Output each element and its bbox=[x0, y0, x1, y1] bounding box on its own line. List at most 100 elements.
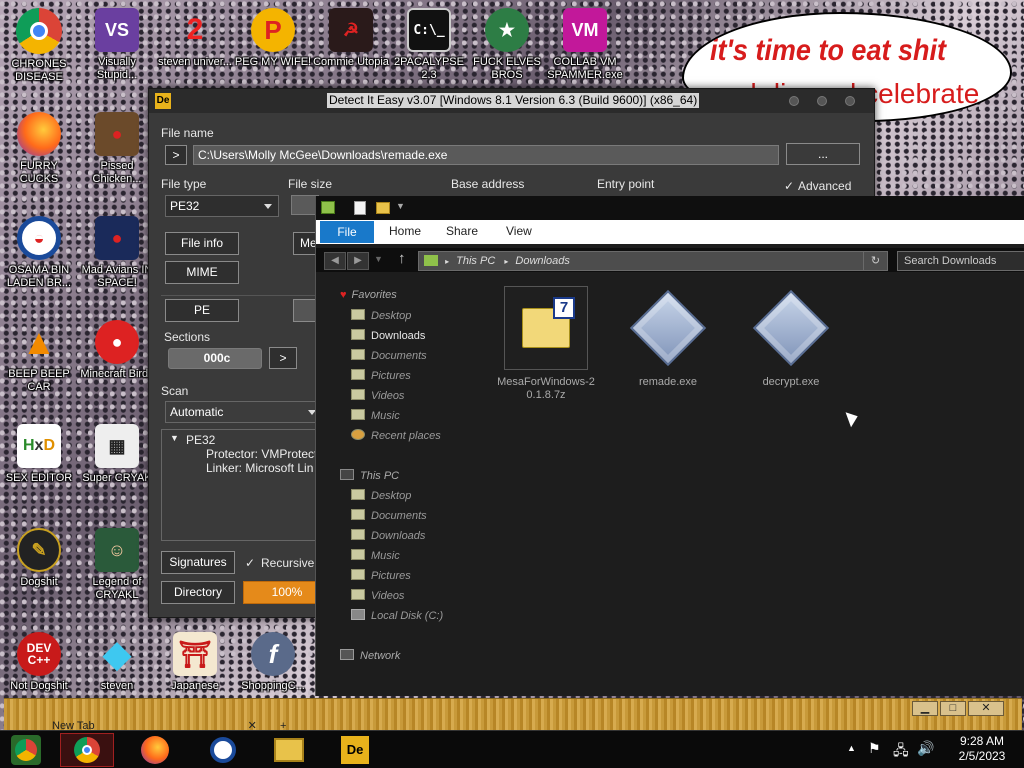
breadcrumb-downloads[interactable]: Downloads bbox=[515, 255, 569, 267]
tree-expand-icon[interactable]: ▼ bbox=[170, 433, 179, 443]
taskbar-detect-it-easy[interactable]: De bbox=[328, 733, 382, 767]
desktop-icon-chrome[interactable]: CHRONES DISEASE bbox=[0, 8, 78, 84]
file-item-decrypt-exe[interactable]: decrypt.exe bbox=[741, 286, 841, 389]
nav-pc-local-disk[interactable]: Local Disk (C:) bbox=[351, 609, 443, 627]
browse-button[interactable]: ... bbox=[786, 143, 860, 165]
address-bar[interactable]: ▸ This PC ▸ Downloads ↻ bbox=[418, 251, 888, 271]
volume-icon[interactable]: 🔊 bbox=[917, 740, 934, 757]
file-item-remade-exe[interactable]: remade.exe bbox=[618, 286, 718, 389]
desktop-icon-steven-gem[interactable]: ◆ steven bbox=[78, 632, 156, 693]
signatures-button[interactable]: Signatures bbox=[161, 551, 235, 574]
desktop-icon-2pacalypse[interactable]: C:\_ 2PACALYPSE 2.3 bbox=[390, 8, 468, 82]
refresh-icon[interactable]: ↻ bbox=[863, 252, 887, 270]
desktop-icon-osama[interactable]: ◒ OSAMA BIN LADEN BR... bbox=[0, 216, 78, 290]
desktop-icon-super-cryak[interactable]: ▦ Super CRYAK bbox=[78, 424, 156, 485]
die-titlebar[interactable]: De Detect It Easy v3.07 [Windows 8.1 Ver… bbox=[149, 89, 874, 113]
taskbar-obama[interactable] bbox=[196, 733, 250, 767]
scan-mode-select[interactable]: Automatic bbox=[165, 401, 323, 423]
nav-favorites[interactable]: ♥ Favorites bbox=[340, 289, 397, 307]
desktop-icon-peg[interactable]: P PEG MY WIFE! bbox=[234, 8, 312, 69]
desktop-icon-vlc[interactable]: ▲ BEEP BEEP CAR bbox=[0, 320, 78, 394]
desktop-icon-collab-vm[interactable]: VM COLLAB VM SPAMMER.exe bbox=[546, 8, 624, 82]
start-button[interactable] bbox=[0, 733, 52, 767]
nav-pc-desktop[interactable]: Desktop bbox=[351, 489, 411, 507]
dogshit-icon: ✎ bbox=[17, 528, 61, 572]
desktop-icon-dev-cpp[interactable]: DEV C++ Not Dogshit bbox=[0, 632, 78, 693]
nav-fav-music[interactable]: Music bbox=[351, 409, 400, 427]
desktop-icon-steven[interactable]: 2 steven univer... bbox=[156, 8, 234, 69]
taskbar-file-explorer[interactable] bbox=[262, 733, 316, 767]
nav-pc-pictures[interactable]: Pictures bbox=[351, 569, 411, 587]
nav-this-pc[interactable]: This PC bbox=[340, 469, 399, 487]
desktop-icon-mad-avians[interactable]: ● Mad Avians IN SPACE! bbox=[78, 216, 156, 290]
back-button[interactable]: ◀ bbox=[324, 252, 346, 270]
downloads-folder-icon bbox=[351, 329, 365, 340]
directory-button[interactable]: Directory bbox=[161, 581, 235, 604]
tab-home[interactable]: Home bbox=[389, 224, 421, 238]
maximize-button[interactable] bbox=[817, 96, 827, 106]
desktop-icon-commie[interactable]: ☭ Commie Utopia bbox=[312, 8, 390, 69]
nav-fav-documents[interactable]: Documents bbox=[351, 349, 427, 367]
hxd-icon: HxD bbox=[17, 424, 61, 468]
nav-pc-documents[interactable]: Documents bbox=[351, 509, 427, 527]
browser-minimize-button[interactable]: ▁ bbox=[912, 701, 938, 716]
new-folder-icon[interactable] bbox=[376, 202, 390, 214]
desktop-icon-legend-cryakl[interactable]: ☺ Legend of CRYAKL bbox=[78, 528, 156, 602]
desktop-icon-elves[interactable]: ★ FUCK ELVES BROS bbox=[468, 8, 546, 82]
nav-fav-videos[interactable]: Videos bbox=[351, 389, 404, 407]
browser-close-button[interactable]: ✕ bbox=[968, 701, 1004, 716]
nav-pc-music[interactable]: Music bbox=[351, 549, 400, 567]
desktop-icon-minecraft-birds[interactable]: ● Minecraft Birds bbox=[78, 320, 156, 381]
nav-pc-downloads[interactable]: Downloads bbox=[351, 529, 425, 547]
nav-fav-pictures[interactable]: Pictures bbox=[351, 369, 411, 387]
mime-button[interactable]: MIME bbox=[165, 261, 239, 284]
file-path-input[interactable]: C:\Users\Molly McGee\Downloads\remade.ex… bbox=[193, 145, 779, 165]
scan-results-tree[interactable]: ▼ PE32 Protector: VMProtect Linker: Micr… bbox=[161, 429, 321, 541]
clock-time: 9:28 AM bbox=[959, 734, 1005, 748]
tree-root-pe32[interactable]: PE32 bbox=[186, 433, 215, 447]
tab-file[interactable]: File bbox=[320, 221, 374, 243]
browser-maximize-button[interactable]: □ bbox=[940, 701, 966, 716]
desktop-icon-firefox[interactable]: FURRY CUCKS bbox=[0, 112, 78, 186]
sections-go-button[interactable]: > bbox=[269, 347, 297, 369]
desktop-icon-visual-studio[interactable]: VS Visually Stupid... bbox=[78, 8, 156, 82]
flag-icon[interactable]: ⚑ bbox=[868, 740, 881, 757]
taskbar-chrome[interactable] bbox=[60, 733, 114, 767]
tree-item-linker[interactable]: Linker: Microsoft Lin bbox=[206, 461, 313, 475]
forward-button[interactable]: ▶ bbox=[347, 252, 369, 270]
nav-fav-desktop[interactable]: Desktop bbox=[351, 309, 411, 327]
nav-fav-recent[interactable]: Recent places bbox=[351, 429, 441, 447]
chrome-start-icon bbox=[11, 735, 41, 765]
nav-fav-downloads[interactable]: Downloads bbox=[351, 329, 425, 347]
search-input[interactable]: Search Downloads bbox=[897, 251, 1024, 271]
breadcrumb-this-pc[interactable]: This PC bbox=[456, 255, 495, 267]
advanced-checkbox[interactable]: ✓ Advanced bbox=[784, 179, 851, 193]
nav-pc-videos[interactable]: Videos bbox=[351, 589, 404, 607]
show-hidden-icons[interactable]: ▲ bbox=[847, 743, 856, 753]
collab-vm-icon: VM bbox=[563, 8, 607, 52]
file-item-mesa-archive[interactable]: 7 MesaForWindows-20.1.8.7z bbox=[496, 286, 596, 402]
desktop-icon-japanese[interactable]: ⛩ Japanese bbox=[156, 632, 234, 693]
desktop-icon-dogshit[interactable]: ✎ Dogshit bbox=[0, 528, 78, 589]
tab-view[interactable]: View bbox=[506, 224, 532, 238]
desktop-icon-pissed-chicken[interactable]: ● Pissed Chicken... bbox=[78, 112, 156, 186]
minimize-button[interactable] bbox=[789, 96, 799, 106]
chevron-down-icon[interactable]: ▼ bbox=[396, 201, 405, 211]
network-tray-icon[interactable]: 🖧 bbox=[893, 740, 909, 764]
tree-item-protector[interactable]: Protector: VMProtect bbox=[206, 447, 317, 461]
recent-chevron-icon[interactable]: ▼ bbox=[374, 254, 383, 264]
close-button[interactable] bbox=[845, 96, 855, 106]
desktop-icon-shopping[interactable]: f ShoppingC... bbox=[234, 632, 312, 693]
properties-icon[interactable] bbox=[354, 201, 366, 215]
desktop-icon-hxd[interactable]: HxD SEX EDITOR bbox=[0, 424, 78, 485]
pe-button[interactable]: PE bbox=[165, 299, 239, 322]
tab-share[interactable]: Share bbox=[446, 224, 478, 238]
taskbar-firefox[interactable] bbox=[128, 733, 182, 767]
nav-network[interactable]: Network bbox=[340, 649, 400, 667]
up-arrow-icon[interactable]: ↑ bbox=[398, 250, 406, 267]
file-info-button[interactable]: File info bbox=[165, 232, 239, 255]
file-go-button[interactable]: > bbox=[165, 145, 187, 165]
file-type-select[interactable]: PE32 bbox=[165, 195, 279, 217]
clock[interactable]: 9:28 AM 2/5/2023 bbox=[944, 734, 1020, 764]
recursive-scan-checkbox[interactable]: ✓ Recursive s bbox=[245, 556, 324, 570]
